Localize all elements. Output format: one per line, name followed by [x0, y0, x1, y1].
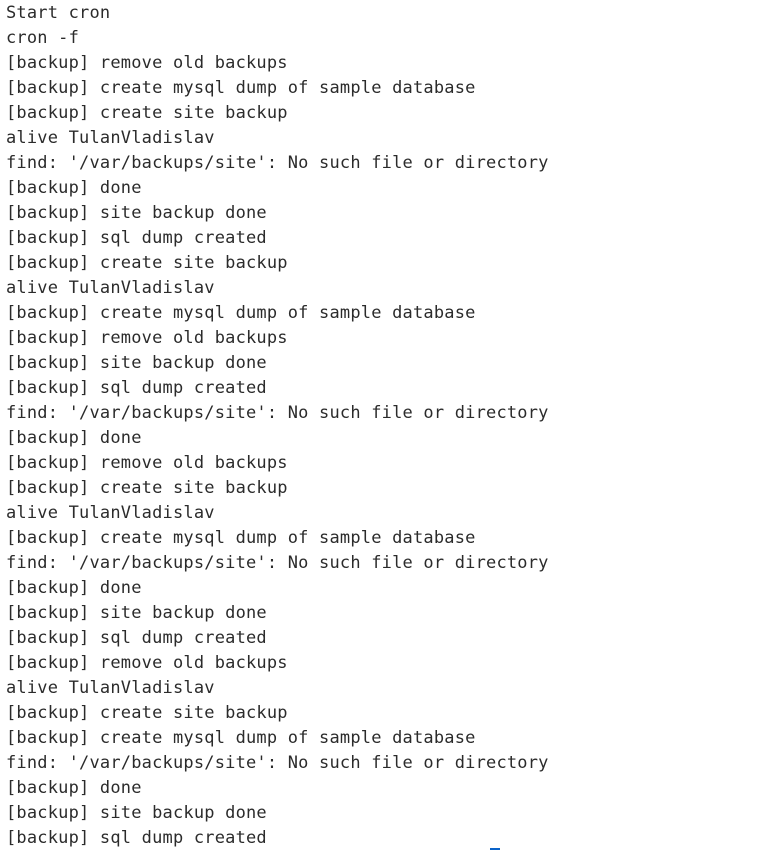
log-line: alive TulanVladislav — [6, 128, 215, 148]
log-line: [backup] remove old backups — [6, 53, 288, 73]
log-line: [backup] remove old backups — [6, 653, 288, 673]
log-line: find: '/var/backups/site': No such file … — [6, 753, 549, 773]
log-line: alive TulanVladislav — [6, 278, 215, 298]
log-line: [backup] create mysql dump of sample dat… — [6, 303, 476, 323]
log-line: [backup] done — [6, 428, 142, 448]
log-line: [backup] done — [6, 778, 142, 798]
log-line: [backup] site backup done — [6, 353, 267, 373]
log-line: find: '/var/backups/site': No such file … — [6, 553, 549, 573]
log-line: [backup] create mysql dump of sample dat… — [6, 528, 476, 548]
log-line: [backup] site backup done — [6, 803, 267, 823]
log-line: [backup] sql dump created — [6, 378, 267, 398]
log-line: [backup] done — [6, 578, 142, 598]
log-line: [backup] remove old backups — [6, 453, 288, 473]
log-line: find: '/var/backups/site': No such file … — [6, 403, 549, 423]
log-line: [backup] create site backup — [6, 103, 288, 123]
text-cursor — [490, 848, 500, 850]
log-line: alive TulanVladislav — [6, 678, 215, 698]
log-line: alive TulanVladislav — [6, 503, 215, 523]
log-line: [backup] create site backup — [6, 253, 288, 273]
log-line: cron -f — [6, 28, 80, 48]
log-line: [backup] sql dump created — [6, 828, 267, 848]
log-line: [backup] site backup done — [6, 203, 267, 223]
log-line: [backup] create site backup — [6, 478, 288, 498]
log-line: [backup] site backup done — [6, 603, 267, 623]
log-line: [backup] create mysql dump of sample dat… — [6, 728, 476, 748]
log-line: [backup] create mysql dump of sample dat… — [6, 78, 476, 98]
terminal-output-pane[interactable]: Start cron cron -f [backup] remove old bac… — [0, 0, 784, 852]
log-line: Start cron — [6, 3, 111, 23]
log-line: [backup] done — [6, 178, 142, 198]
log-line: [backup] sql dump created — [6, 628, 267, 648]
log-output: Start cron cron -f [backup] remove old bac… — [0, 0, 784, 851]
log-line: find: '/var/backups/site': No such file … — [6, 153, 549, 173]
log-line: [backup] create site backup — [6, 703, 288, 723]
log-line: [backup] sql dump created — [6, 228, 267, 248]
log-line: [backup] remove old backups — [6, 328, 288, 348]
